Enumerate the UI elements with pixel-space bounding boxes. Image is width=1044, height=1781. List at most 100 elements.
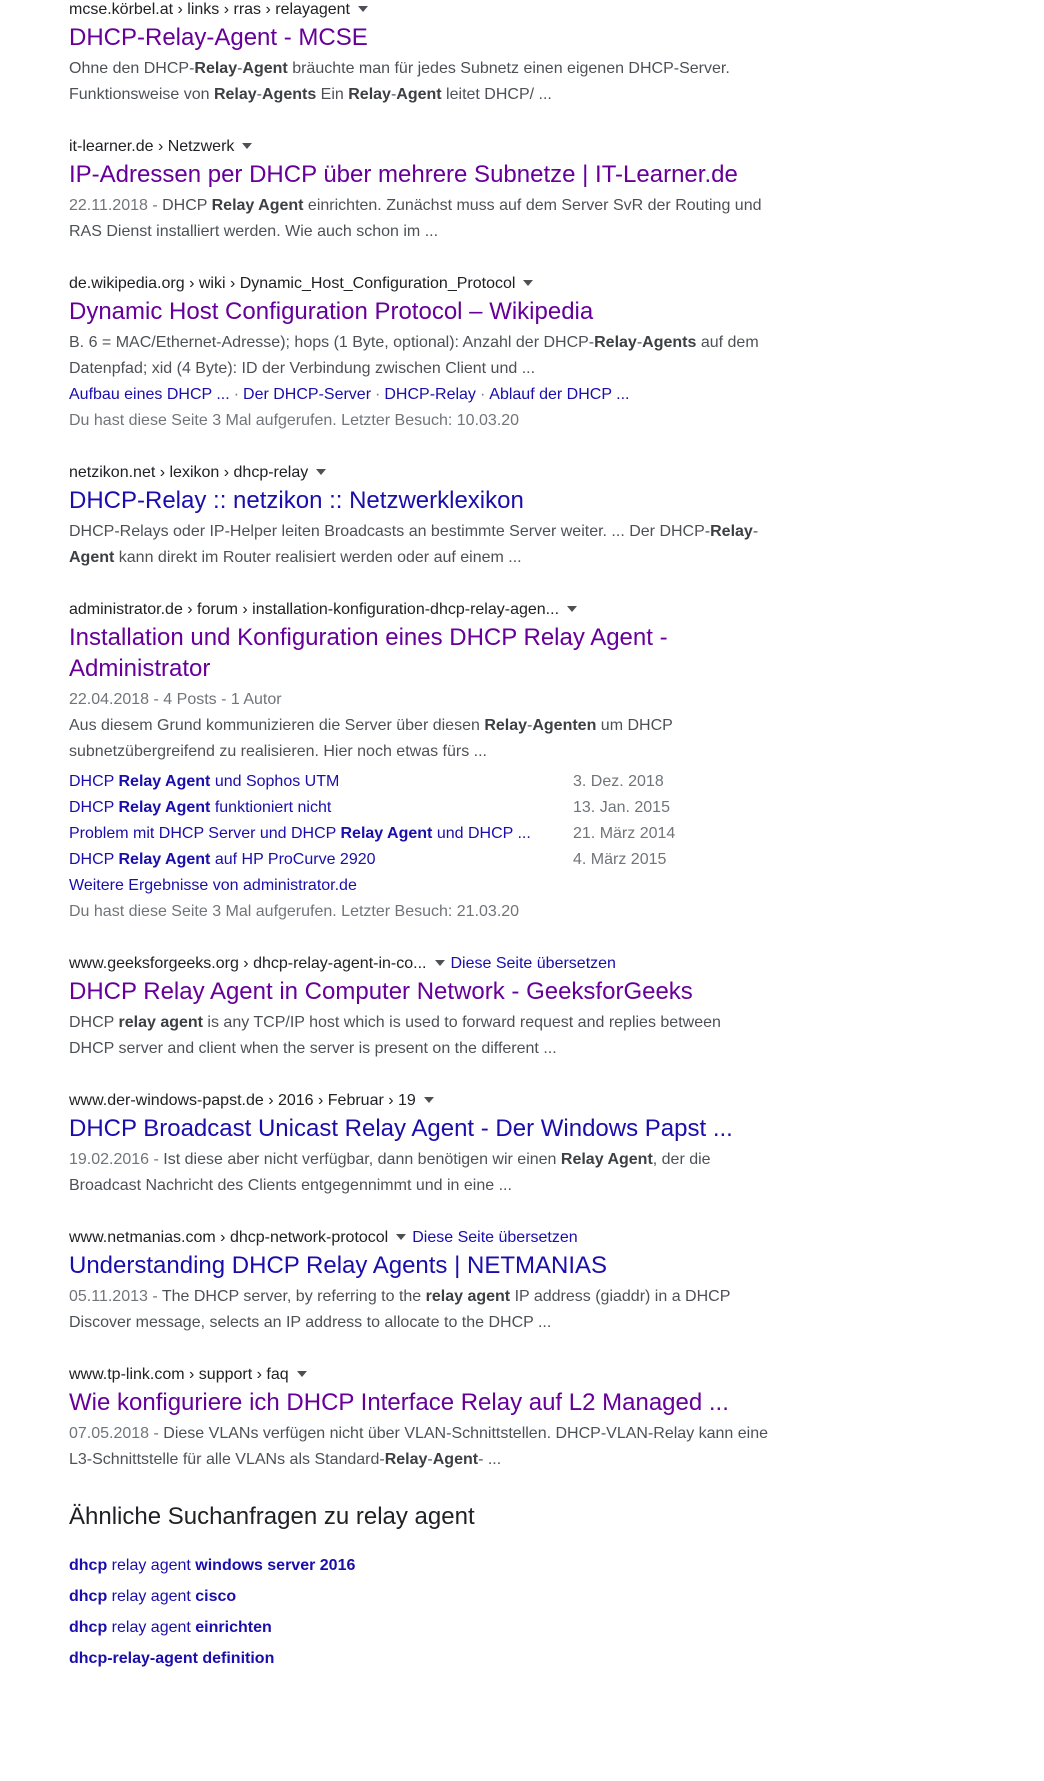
result-menu-caret-icon[interactable] — [242, 142, 253, 149]
result-url: it-learner.de › Netzwerk — [69, 137, 769, 157]
highlight-term[interactable]: einrichten — [195, 1619, 271, 1636]
text-fragment[interactable]: DHCP — [69, 773, 119, 790]
highlight-term[interactable]: Relay Agent — [341, 825, 433, 842]
result-meta: 22.04.2018 - 4 Posts - 1 Autor — [69, 691, 282, 708]
highlight-term: Relay Agent — [560, 1151, 653, 1168]
result-title-link[interactable]: DHCP-Relay-Agent - MCSE — [69, 22, 769, 53]
highlight-term: relay agent — [425, 1288, 511, 1305]
sub-result-row: Problem mit DHCP Server und DHCP Relay A… — [69, 821, 675, 847]
highlight-term: Agent — [242, 60, 288, 77]
highlight-term: Relay Agent — [211, 197, 304, 214]
result-menu-caret-icon[interactable] — [396, 1233, 407, 1240]
text-fragment[interactable]: Problem mit DHCP Server und DHCP — [69, 825, 341, 842]
highlight-term: Relay — [594, 334, 637, 351]
text-fragment: leitet DHCP/ ... — [441, 86, 552, 103]
text-fragment[interactable]: relay agent — [107, 1588, 195, 1605]
text-fragment[interactable]: relay agent — [107, 1557, 195, 1574]
text-fragment: - — [752, 523, 759, 540]
text-fragment[interactable]: und Sophos UTM — [210, 773, 340, 790]
related-searches: Ähnliche Suchanfragen zu relay agent dhcp… — [69, 1502, 769, 1674]
result-title-link[interactable]: Wie konfiguriere ich DHCP Interface Rela… — [69, 1387, 769, 1418]
text-fragment[interactable]: DHCP — [69, 799, 119, 816]
result-menu-caret-icon[interactable] — [523, 279, 534, 286]
result-title-link[interactable]: Understanding DHCP Relay Agents | NETMAN… — [69, 1250, 769, 1281]
sitelink[interactable]: Aufbau eines DHCP ... — [69, 386, 230, 403]
search-result: www.der-windows-papst.de › 2016 › Februa… — [69, 1091, 769, 1199]
sitelink[interactable]: Ablauf der DHCP ... — [489, 386, 629, 403]
result-url: www.netmanias.com › dhcp-network-protoco… — [69, 1228, 769, 1248]
translate-link[interactable]: Diese Seite übersetzen — [451, 955, 616, 972]
highlight-term: Relay — [384, 1451, 428, 1468]
result-menu-caret-icon[interactable] — [567, 605, 578, 612]
sub-result-link[interactable]: DHCP Relay Agent auf HP ProCurve 2920 — [69, 847, 573, 873]
sitelink-separator: · — [479, 386, 486, 403]
result-title-link[interactable]: DHCP Broadcast Unicast Relay Agent - Der… — [69, 1113, 769, 1144]
more-results-link[interactable]: Weitere Ergebnisse von administrator.de — [69, 873, 769, 899]
highlight-term[interactable]: dhcp — [69, 1588, 107, 1605]
result-url-text: www.der-windows-papst.de › 2016 › Februa… — [69, 1092, 416, 1109]
result-snippet: DHCP relay agent is any TCP/IP host whic… — [69, 1010, 769, 1062]
highlight-term[interactable]: Relay Agent — [119, 799, 211, 816]
text-fragment: Aus diesem Grund kommunizieren die Serve… — [69, 717, 485, 734]
highlight-term: Relay — [194, 60, 238, 77]
result-menu-caret-icon[interactable] — [423, 1096, 434, 1103]
highlight-term: Agent — [396, 86, 442, 103]
sitelink-separator: · — [233, 386, 240, 403]
related-search-link[interactable]: dhcp relay agent cisco — [69, 1581, 769, 1612]
highlight-term[interactable]: windows server 2016 — [195, 1557, 355, 1574]
sub-result-link[interactable]: Problem mit DHCP Server und DHCP Relay A… — [69, 821, 573, 847]
result-menu-caret-icon[interactable] — [434, 959, 445, 966]
visit-history-note: Du hast diese Seite 3 Mal aufgerufen. Le… — [69, 412, 520, 429]
text-fragment: DHCP-Relays oder IP-Helper leiten Broadc… — [69, 523, 711, 540]
sitelink[interactable]: Der DHCP-Server — [243, 386, 371, 403]
result-title-link[interactable]: Installation und Konfiguration eines DHC… — [69, 622, 769, 684]
sub-result-link[interactable]: DHCP Relay Agent funktioniert nicht — [69, 795, 573, 821]
highlight-term: Agenten — [532, 717, 597, 734]
result-url-text: www.netmanias.com › dhcp-network-protoco… — [69, 1229, 389, 1246]
related-search-link[interactable]: dhcp-relay-agent definition — [69, 1643, 769, 1674]
search-result: de.wikipedia.org › wiki › Dynamic_Host_C… — [69, 274, 769, 434]
sitelinks: Aufbau eines DHCP ... · Der DHCP-Server · DH… — [69, 382, 769, 408]
highlight-term[interactable]: dhcp-relay-agent definition — [69, 1650, 274, 1667]
result-url-text: netzikon.net › lexikon › dhcp-relay — [69, 464, 309, 481]
text-fragment[interactable]: DHCP — [69, 851, 119, 868]
related-search-link[interactable]: dhcp relay agent einrichten — [69, 1612, 769, 1643]
text-fragment: Ist diese aber nicht verfügbar, dann ben… — [163, 1151, 561, 1168]
text-fragment[interactable]: funktioniert nicht — [210, 799, 332, 816]
visit-history-note: Du hast diese Seite 3 Mal aufgerufen. Le… — [69, 903, 520, 920]
result-snippet: Aus diesem Grund kommunizieren die Serve… — [69, 713, 769, 765]
sub-result-link[interactable]: DHCP Relay Agent und Sophos UTM — [69, 769, 573, 795]
result-date: 19.02.2016 - — [69, 1151, 164, 1168]
result-title-link[interactable]: IP-Adressen per DHCP über mehrere Subnet… — [69, 159, 769, 190]
highlight-term[interactable]: Relay Agent — [119, 851, 211, 868]
text-fragment[interactable]: auf HP ProCurve 2920 — [210, 851, 376, 868]
search-result: www.geeksforgeeks.org › dhcp-relay-agent… — [69, 954, 769, 1062]
result-title-link[interactable]: Dynamic Host Configuration Protocol – Wi… — [69, 296, 769, 327]
result-snippet: 19.02.2016 - Ist diese aber nicht verfüg… — [69, 1147, 769, 1199]
sub-result-date: 4. März 2015 — [573, 851, 667, 868]
translate-link[interactable]: Diese Seite übersetzen — [412, 1229, 577, 1246]
search-result: www.netmanias.com › dhcp-network-protoco… — [69, 1228, 769, 1336]
text-fragment[interactable]: und DHCP ... — [432, 825, 531, 842]
result-snippet: DHCP-Relays oder IP-Helper leiten Broadc… — [69, 519, 769, 571]
result-url: www.tp-link.com › support › faq — [69, 1365, 769, 1385]
highlight-term: Relay — [348, 86, 391, 103]
search-results: mcse.körbel.at › links › rras › relayage… — [69, 0, 769, 1674]
result-snippet: 22.11.2018 - DHCP Relay Agent einrichten… — [69, 193, 769, 245]
result-menu-caret-icon[interactable] — [357, 5, 368, 12]
highlight-term[interactable]: dhcp — [69, 1557, 107, 1574]
result-url-text: administrator.de › forum › installation-… — [69, 601, 560, 618]
text-fragment[interactable]: relay agent — [107, 1619, 195, 1636]
related-search-link[interactable]: dhcp relay agent windows server 2016 — [69, 1550, 769, 1581]
highlight-term: Agent — [69, 549, 115, 566]
result-menu-caret-icon[interactable] — [316, 468, 327, 475]
highlight-term[interactable]: cisco — [195, 1588, 236, 1605]
result-title-link[interactable]: DHCP-Relay :: netzikon :: Netzwerklexiko… — [69, 485, 769, 516]
sitelink[interactable]: DHCP-Relay — [384, 386, 476, 403]
result-menu-caret-icon[interactable] — [296, 1370, 307, 1377]
highlight-term[interactable]: Relay Agent — [119, 773, 211, 790]
result-snippet: Ohne den DHCP-Relay-Agent bräuchte man f… — [69, 56, 769, 108]
search-result: www.tp-link.com › support › faq Wie konfi… — [69, 1365, 769, 1473]
result-title-link[interactable]: DHCP Relay Agent in Computer Network - G… — [69, 976, 769, 1007]
highlight-term[interactable]: dhcp — [69, 1619, 107, 1636]
